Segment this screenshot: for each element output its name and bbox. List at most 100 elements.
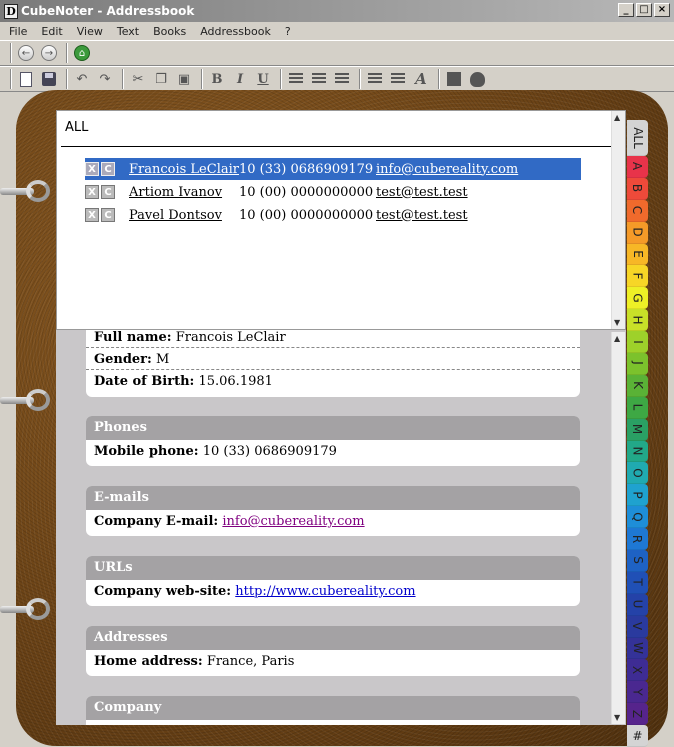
index-tab-q[interactable]: Q	[627, 506, 648, 529]
toolbar-separator	[122, 69, 124, 89]
index-tab-e[interactable]: E	[627, 243, 648, 266]
index-tab-i[interactable]: I	[627, 331, 648, 354]
toolbar-separator	[66, 69, 68, 89]
contact-name-link[interactable]: Artiom Ivanov	[129, 185, 237, 200]
index-tab-j[interactable]: J	[627, 353, 648, 375]
copy-contact-button[interactable]: C	[101, 185, 115, 199]
bold-button[interactable]: B	[207, 69, 227, 89]
menu-text[interactable]: Text	[110, 25, 146, 38]
contact-email-link[interactable]: info@cubereality.com	[376, 162, 518, 177]
bullet-list-button[interactable]	[388, 69, 408, 89]
index-tab-all[interactable]: ALL	[627, 120, 648, 156]
cut-button[interactable]: ✂	[128, 69, 148, 89]
index-tab-g[interactable]: G	[627, 287, 648, 310]
menu-help[interactable]: ?	[278, 25, 298, 38]
index-tab-label: Q	[630, 511, 645, 522]
index-tab-x[interactable]: X	[627, 659, 648, 682]
index-tab-s[interactable]: S	[627, 550, 648, 572]
maximize-button[interactable]: □	[636, 3, 652, 17]
contact-name-link[interactable]: Pavel Dontsov	[129, 208, 237, 223]
index-tab-c[interactable]: C	[627, 199, 648, 222]
contact-name-link[interactable]: Francois LeClair	[129, 162, 239, 177]
delete-contact-button[interactable]: X	[85, 208, 99, 222]
title-bar: D CubeNoter - Addressbook _ □ ×	[0, 0, 674, 22]
italic-button[interactable]: I	[230, 69, 250, 89]
index-tab-label: A	[630, 162, 645, 171]
website-link[interactable]: http://www.cubereality.com	[235, 584, 415, 599]
back-button[interactable]: ←	[16, 43, 36, 63]
paste-button[interactable]: ▣	[174, 69, 194, 89]
company-email-row: Company E-mail: info@cubereality.com	[86, 510, 580, 532]
index-tab-h[interactable]: H	[627, 309, 648, 332]
index-tab-b[interactable]: B	[627, 177, 648, 200]
home-button[interactable]: ⌂	[72, 43, 92, 63]
minimize-button[interactable]: _	[618, 3, 634, 17]
contact-row[interactable]: X C Artiom Ivanov 10 (00) 0000000000 tes…	[85, 181, 581, 203]
copy-button[interactable]: ❐	[151, 69, 171, 89]
align-right-icon	[335, 73, 349, 85]
contact-email-link[interactable]: test@test.test	[376, 185, 468, 200]
emails-panel: E-mails Company E-mail: info@cubereality…	[86, 486, 580, 536]
home-address-row: Home address: France, Paris	[86, 650, 580, 672]
font-button[interactable]: A	[411, 69, 431, 89]
scroll-down-icon[interactable]: ▼	[614, 318, 620, 327]
index-tab-hash[interactable]: #	[627, 725, 648, 747]
copy-contact-button[interactable]: C	[101, 208, 115, 222]
index-tab-a[interactable]: A	[627, 156, 648, 178]
menu-edit[interactable]: Edit	[34, 25, 69, 38]
scroll-down-icon[interactable]: ▼	[614, 713, 620, 722]
redo-button[interactable]: ↷	[95, 69, 115, 89]
index-tab-label: K	[630, 381, 645, 390]
index-tab-v[interactable]: V	[627, 615, 648, 638]
align-right-button[interactable]	[332, 69, 352, 89]
redo-icon: ↷	[99, 71, 111, 87]
scroll-up-icon[interactable]: ▲	[614, 113, 620, 122]
index-tab-label: F	[630, 272, 645, 280]
email-link[interactable]: info@cubereality.com	[222, 514, 364, 529]
index-tab-r[interactable]: R	[627, 528, 648, 551]
menu-books[interactable]: Books	[146, 25, 193, 38]
forward-button[interactable]: →	[39, 43, 59, 63]
numbered-list-button[interactable]	[365, 69, 385, 89]
binder-ring	[0, 598, 58, 620]
delete-contact-button[interactable]: X	[85, 162, 99, 176]
index-tab-p[interactable]: P	[627, 484, 648, 507]
underline-button[interactable]: U	[253, 69, 273, 89]
delete-contact-button[interactable]: X	[85, 185, 99, 199]
index-tab-f[interactable]: F	[627, 265, 648, 288]
contact-email-link[interactable]: test@test.test	[376, 208, 468, 223]
list-scrollbar[interactable]: ▲ ▼	[611, 111, 625, 329]
save-button[interactable]	[39, 69, 59, 89]
index-tab-n[interactable]: N	[627, 440, 648, 463]
menu-file[interactable]: File	[2, 25, 34, 38]
index-tab-l[interactable]: L	[627, 396, 648, 419]
menu-addressbook[interactable]: Addressbook	[193, 25, 278, 38]
binder-ring	[0, 180, 58, 202]
index-tab-u[interactable]: U	[627, 593, 648, 616]
index-tab-w[interactable]: W	[627, 637, 648, 660]
index-tab-k[interactable]: K	[627, 374, 648, 397]
index-tab-z[interactable]: Z	[627, 703, 648, 726]
section-header: Addresses	[86, 626, 580, 650]
color-button[interactable]	[444, 69, 464, 89]
close-button[interactable]: ×	[654, 3, 670, 17]
contact-row[interactable]: X C Pavel Dontsov 10 (00) 0000000000 tes…	[85, 204, 581, 226]
undo-button[interactable]: ↶	[72, 69, 92, 89]
index-tab-o[interactable]: O	[627, 462, 648, 485]
details-scrollbar[interactable]: ▲ ▼	[611, 332, 625, 724]
index-tab-t[interactable]: T	[627, 571, 648, 594]
contact-phone: 10 (00) 0000000000	[239, 184, 374, 200]
align-center-button[interactable]	[309, 69, 329, 89]
menu-view[interactable]: View	[70, 25, 110, 38]
index-tab-d[interactable]: D	[627, 221, 648, 244]
index-tab-y[interactable]: Y	[627, 681, 648, 704]
align-left-button[interactable]	[286, 69, 306, 89]
new-button[interactable]	[16, 69, 36, 89]
index-tab-label: L	[630, 403, 645, 411]
copy-contact-button[interactable]: C	[101, 162, 115, 176]
highlight-button[interactable]	[467, 69, 487, 89]
index-tab-m[interactable]: M	[627, 418, 648, 441]
section-header: Company	[86, 696, 580, 720]
scroll-up-icon[interactable]: ▲	[614, 334, 620, 343]
contact-row[interactable]: X C Francois LeClair 10 (33) 0686909179 …	[85, 158, 581, 180]
